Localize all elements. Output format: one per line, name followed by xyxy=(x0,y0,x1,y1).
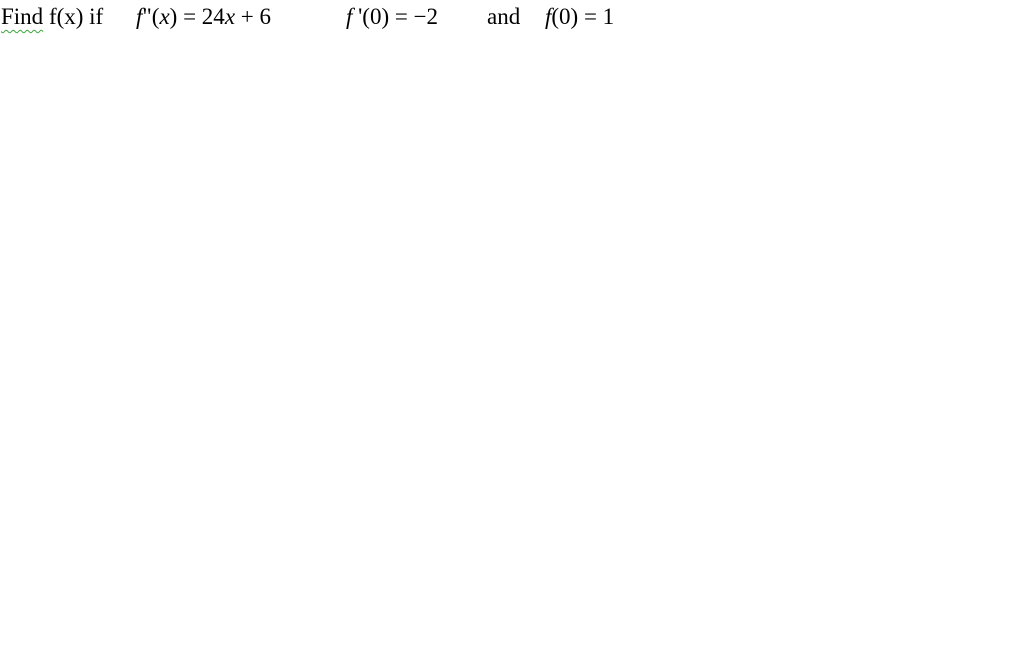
equation-initial-condition: f(0) = 1 xyxy=(545,2,614,32)
equation-first-derivative-condition: f '(0) = −2 xyxy=(346,2,438,32)
eq1-tail: + 6 xyxy=(235,4,272,29)
eq1-var: x xyxy=(159,4,170,29)
eq3-rest: (0) = 1 xyxy=(551,4,615,29)
connector-word: and xyxy=(487,4,521,29)
equation-second-derivative: f"(x) = 24x + 6 xyxy=(136,2,271,32)
eq1-primes: " xyxy=(142,4,152,29)
eq1-var2: x xyxy=(224,4,236,29)
prefix-text: f(x) if xyxy=(43,4,104,29)
eq1-close-eq: ) = 24 xyxy=(169,4,225,29)
problem-prefix: Find f(x) if xyxy=(1,2,103,32)
word-find-grammar-flagged[interactable]: Find xyxy=(1,4,43,29)
eq2-rest: '(0) = −2 xyxy=(352,4,439,29)
